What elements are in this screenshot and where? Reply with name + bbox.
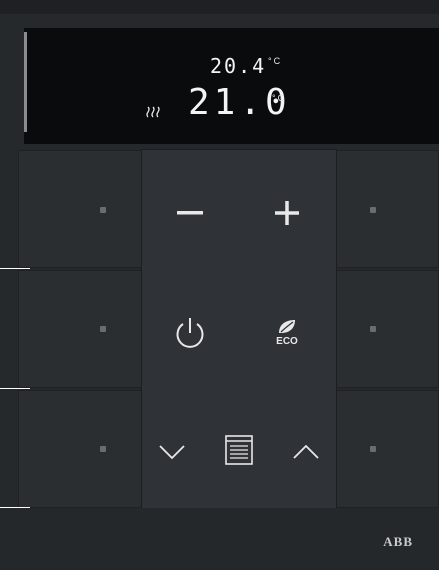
power-icon <box>176 318 204 348</box>
eco-label: ECO <box>276 336 298 347</box>
setpoint-temperature: 20.4 <box>210 54 267 78</box>
decrease-temperature-button[interactable] <box>165 190 215 236</box>
heating-indicator-icon <box>146 105 160 118</box>
led-indicator <box>100 326 106 332</box>
left-key-bottom[interactable] <box>18 390 142 508</box>
top-frame <box>0 0 439 14</box>
leaf-icon <box>279 320 295 333</box>
increase-temperature-button[interactable] <box>262 190 312 236</box>
led-indicator <box>370 446 376 452</box>
led-indicator <box>370 326 376 332</box>
left-key-top[interactable] <box>18 150 142 268</box>
chevron-down-icon <box>159 445 185 459</box>
menu-button[interactable] <box>219 430 259 470</box>
led-indicator <box>370 207 376 213</box>
chevron-up-icon <box>293 445 319 459</box>
left-key-middle[interactable] <box>18 270 142 388</box>
brand-logo: ABB <box>383 534 413 549</box>
led-indicator <box>100 446 106 452</box>
right-key-top[interactable] <box>336 150 439 268</box>
actual-unit: °C <box>272 93 287 103</box>
separator-mark <box>0 388 30 389</box>
eco-mode-button[interactable]: ECO <box>262 308 312 358</box>
minus-icon <box>177 211 203 215</box>
scroll-down-button[interactable] <box>152 432 192 472</box>
right-key-middle[interactable] <box>336 270 439 388</box>
power-button[interactable] <box>165 308 215 358</box>
led-indicator <box>100 207 106 213</box>
setpoint-unit: °C <box>268 56 283 66</box>
display-edge <box>24 32 27 132</box>
separator-mark <box>0 268 30 269</box>
bottom-frame <box>0 508 439 570</box>
separator-mark <box>0 507 30 508</box>
right-key-bottom[interactable] <box>336 390 439 508</box>
scroll-up-button[interactable] <box>286 432 326 472</box>
plus-icon <box>275 201 299 225</box>
blind-menu-icon <box>225 435 253 465</box>
room-thermostat-panel: 20.4 °C 21.0 °C ECO ABB <box>0 0 439 570</box>
